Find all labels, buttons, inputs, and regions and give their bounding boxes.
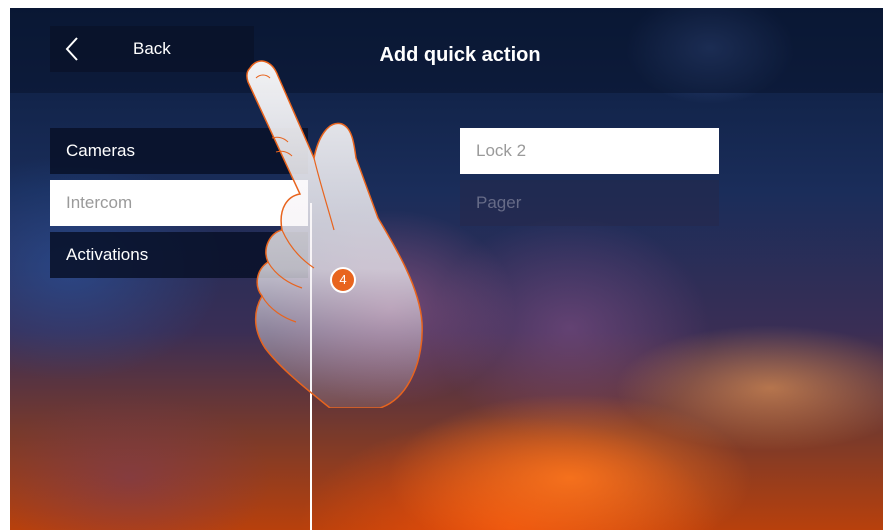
chevron-left-icon	[65, 37, 78, 61]
step-badge: 4	[330, 267, 356, 293]
back-label: Back	[133, 39, 171, 58]
option-lock-2[interactable]: Lock 2	[460, 128, 719, 174]
option-pager: Pager	[460, 180, 719, 226]
device-screen: Back Add quick action Cameras Intercom A…	[10, 8, 883, 530]
pointing-hand-icon	[246, 60, 423, 408]
